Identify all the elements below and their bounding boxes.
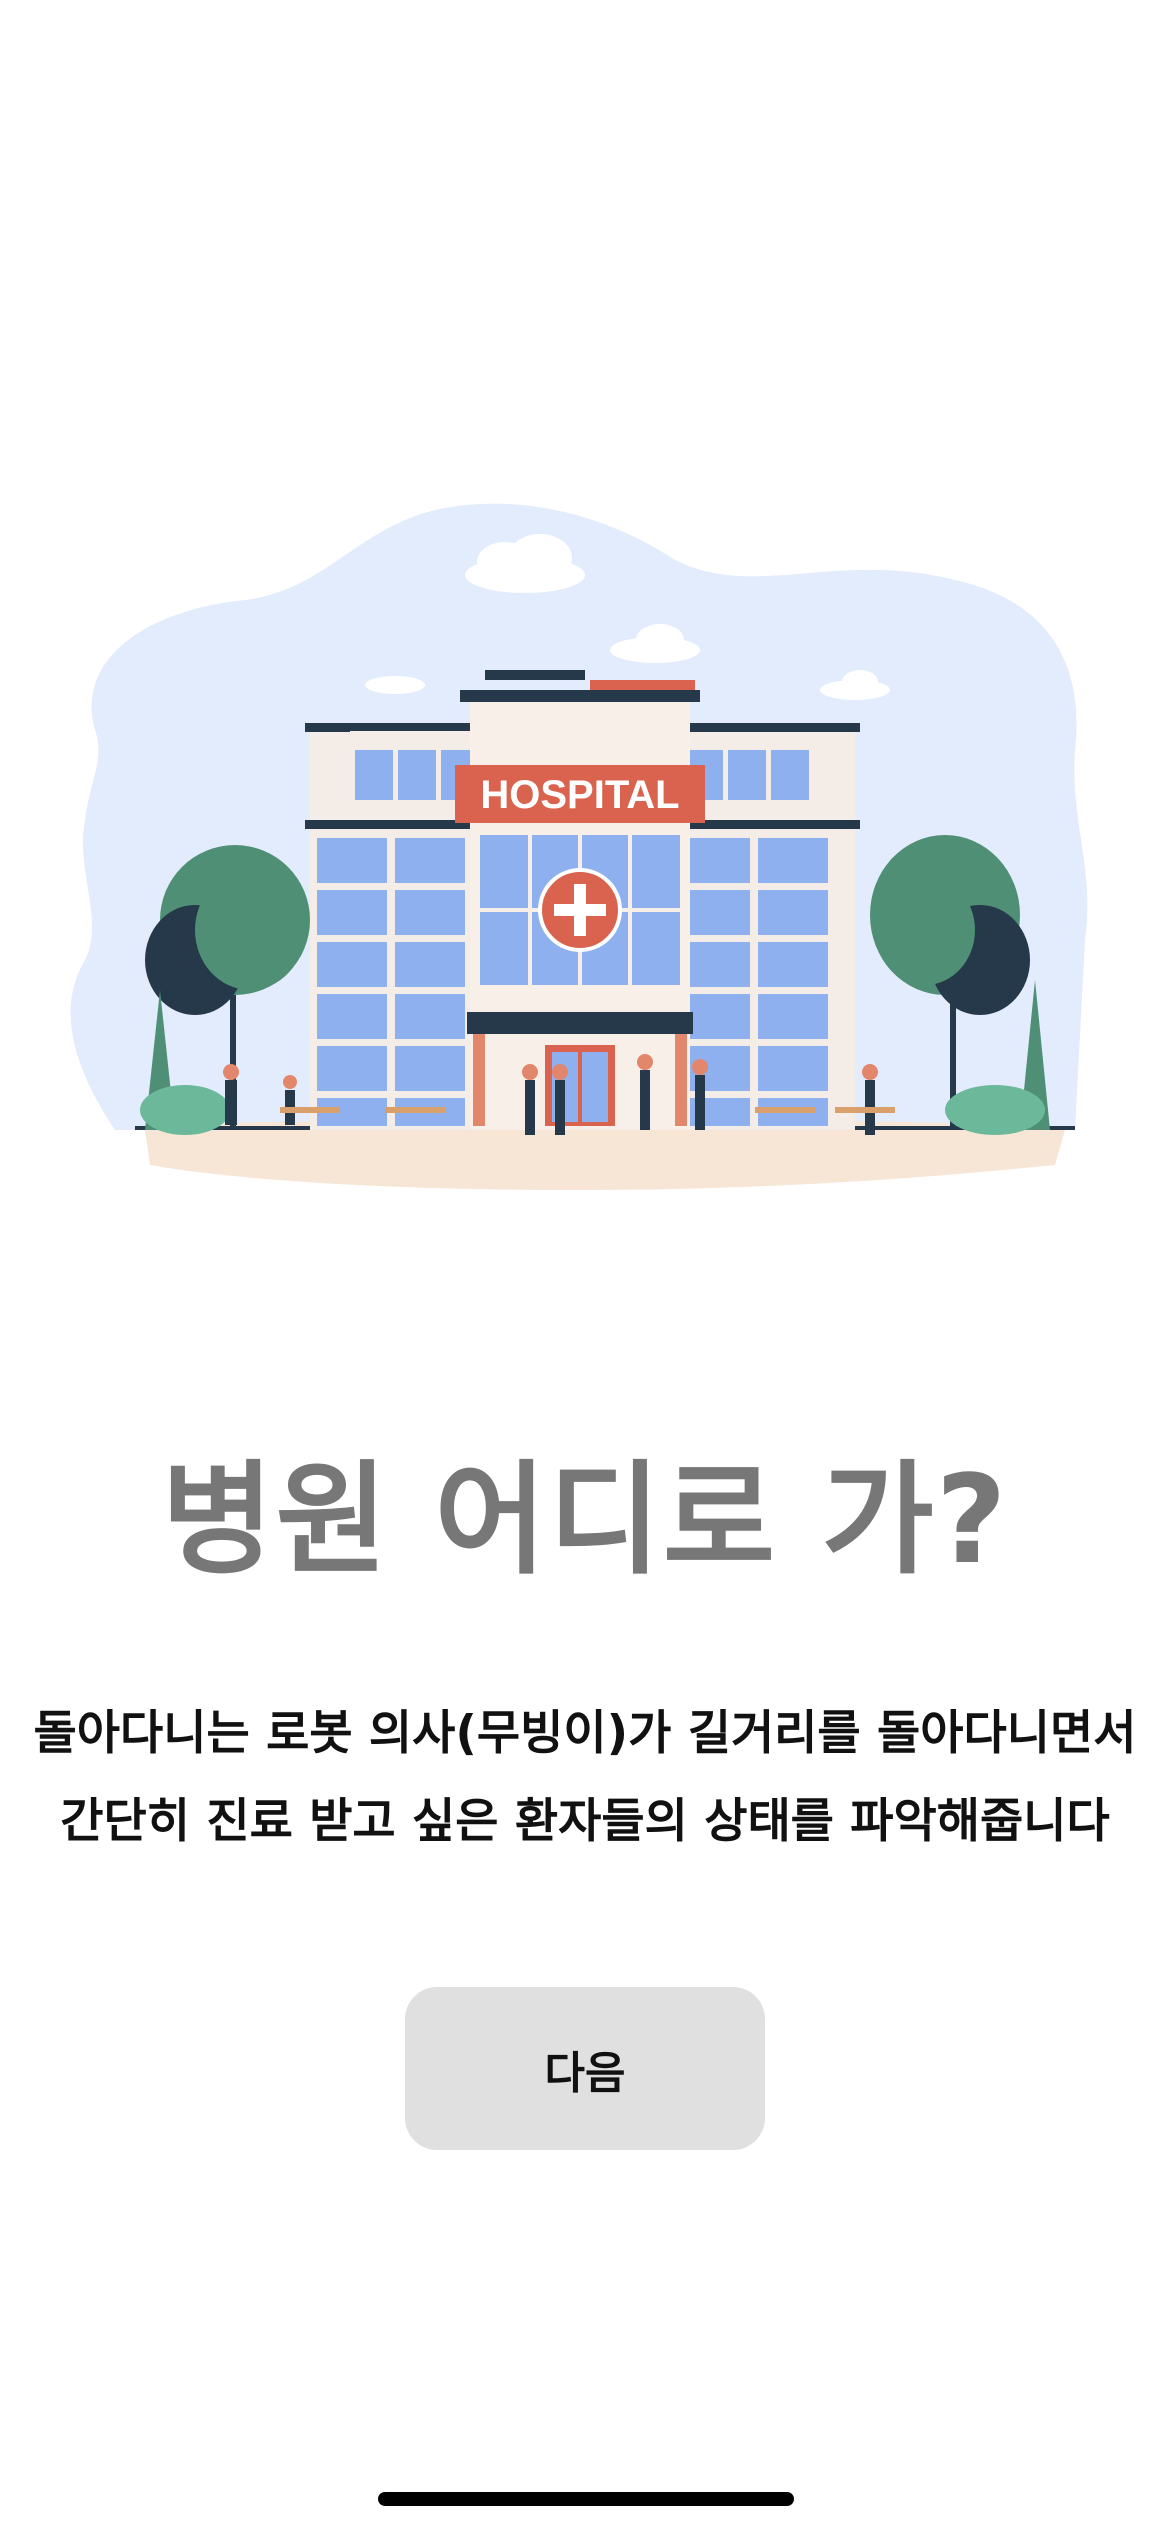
home-indicator[interactable] (378, 2492, 794, 2506)
onboarding-screen: HOSPITAL 병원 어디로 가? 돌아다니는 로봇 의사(무빙이)가 길거리… (0, 0, 1170, 2532)
page-title: 병원 어디로 가? (161, 1449, 1009, 1591)
description-line-2: 간단히 진료 받고 싶은 환자들의 상태를 파악해줍니다 (60, 1794, 1110, 1849)
hospital-sign-text: HOSPITAL (480, 773, 679, 817)
next-button[interactable]: 다음 (405, 1987, 765, 2150)
description-text: 돌아다니는 로봇 의사(무빙이)가 길거리를 돌아다니면서 간단히 진료 받고 … (0, 1690, 1170, 1866)
hospital-illustration: HOSPITAL (55, 490, 1115, 1210)
description-line-1: 돌아다니는 로봇 의사(무빙이)가 길거리를 돌아다니면서 (33, 1706, 1137, 1761)
